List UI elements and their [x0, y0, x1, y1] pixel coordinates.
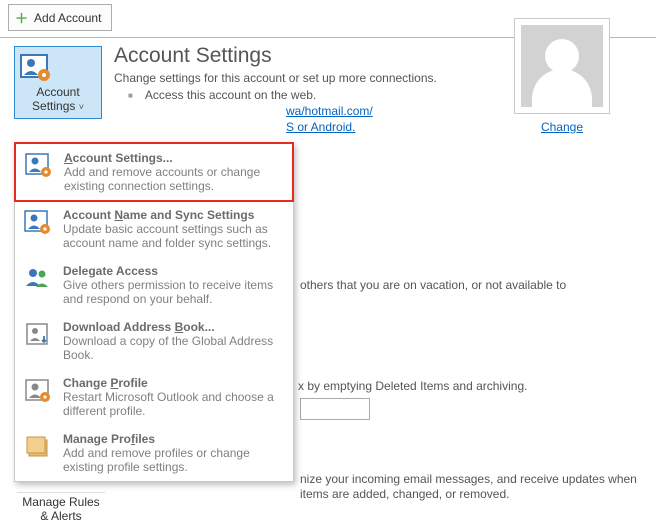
menu-item-manage-profiles[interactable]: Manage Profiles Add and remove profiles …	[15, 425, 293, 481]
menu-desc: Give others permission to receive items …	[63, 278, 283, 306]
menu-item-delegate-access[interactable]: Delegate Access Give others permission t…	[15, 257, 293, 313]
menu-title: Account Name and Sync Settings	[63, 208, 283, 222]
menu-title: Download Address Book...	[63, 320, 283, 334]
sync-settings-icon	[23, 208, 53, 250]
hotmail-link[interactable]: wa/hotmail.com/	[286, 104, 373, 118]
account-settings-menu: Account Settings... Add and remove accou…	[14, 142, 294, 482]
mailbox-text-fragment: x by emptying Deleted Items and archivin…	[298, 379, 527, 393]
manage-rules-button[interactable]: Manage Rules & Alerts	[17, 492, 105, 523]
menu-desc: Add and remove accounts or change existi…	[64, 165, 282, 193]
ios-android-link[interactable]: S or Android.	[286, 120, 355, 134]
account-settings-icon	[19, 53, 97, 83]
menu-desc: Download a copy of the Global Address Bo…	[63, 334, 283, 362]
account-settings-dropdown-button[interactable]: Account Settings ˅	[14, 46, 102, 119]
menu-title: Manage Profiles	[63, 432, 283, 446]
avatar-frame	[514, 18, 610, 114]
chevron-down-icon: ˅	[79, 102, 84, 112]
menu-title: Delegate Access	[63, 264, 283, 278]
change-avatar-link[interactable]: Change	[541, 120, 583, 134]
menu-desc: Update basic account settings such as ac…	[63, 222, 283, 250]
manage-profiles-icon	[23, 432, 53, 474]
profile-icon	[23, 376, 53, 418]
delegate-icon	[23, 264, 53, 306]
bullet-icon: ■	[114, 88, 137, 100]
menu-item-download-address-book[interactable]: Download Address Book... Download a copy…	[15, 313, 293, 369]
auto-replies-text-fragment: others that you are on vacation, or not …	[300, 278, 566, 292]
account-settings-label-1: Account	[19, 85, 97, 99]
address-book-icon	[23, 320, 53, 362]
menu-desc: Restart Microsoft Outlook and choose a d…	[63, 390, 283, 418]
account-settings-icon	[24, 151, 54, 193]
menu-desc: Add and remove profiles or change existi…	[63, 446, 283, 474]
menu-item-change-profile[interactable]: Change Profile Restart Microsoft Outlook…	[15, 369, 293, 425]
menu-title: Account Settings...	[64, 151, 282, 165]
mailbox-input[interactable]	[300, 398, 370, 420]
add-account-button[interactable]: ＋ Add Account	[8, 4, 112, 31]
add-account-label: Add Account	[34, 11, 101, 25]
rules-text-fragment: nize your incoming email messages, and r…	[300, 472, 640, 502]
menu-title: Change Profile	[63, 376, 283, 390]
plus-icon: ＋	[15, 8, 28, 27]
avatar-placeholder-icon	[521, 25, 603, 107]
menu-item-name-sync[interactable]: Account Name and Sync Settings Update ba…	[15, 201, 293, 257]
menu-item-account-settings[interactable]: Account Settings... Add and remove accou…	[14, 142, 294, 202]
account-settings-label-2: Settings	[32, 99, 75, 113]
